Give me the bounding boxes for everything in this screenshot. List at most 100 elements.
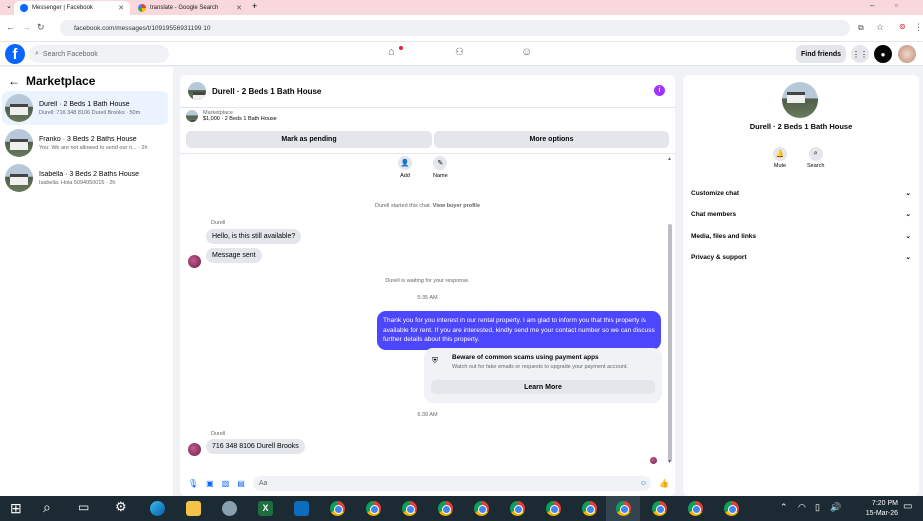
scam-warning-card: ⛨ Beware of common scams using payment a… <box>424 348 662 403</box>
search-icon: ⌕ <box>808 147 823 161</box>
message-list[interactable]: 👤 Add ✎ Name Durell started this chat. V… <box>180 153 675 467</box>
chrome-icon[interactable] <box>330 501 345 516</box>
app-icon[interactable] <box>222 501 237 516</box>
chrome-icon[interactable] <box>546 501 561 516</box>
tab-label: Messenger | Facebook <box>32 5 93 11</box>
restore-window-icon[interactable]: ▫ <box>895 1 898 10</box>
conversation-title: Isabella · 3 Beds 2 Baths House <box>39 170 140 178</box>
mark-as-pending-button[interactable]: Mark as pending <box>186 131 432 148</box>
chrome-icon[interactable] <box>474 501 489 516</box>
wifi-icon[interactable]: ◠ <box>798 502 806 513</box>
chat-title[interactable]: Durell · 2 Beds 1 Bath House <box>212 87 321 96</box>
name-chat-action[interactable]: ✎ Name <box>433 156 448 179</box>
new-tab-button[interactable]: + <box>252 1 257 11</box>
listing-summary[interactable]: Marketplace $1,000 · 2 Beds 1 Bath House <box>186 110 277 122</box>
system-clock[interactable]: 7:20 PM 15-Mar-26 <box>866 499 898 519</box>
microphone-icon[interactable]: 🎙 <box>188 479 198 488</box>
url-field[interactable]: facebook.com/messages/t/10919556931199 1… <box>60 20 850 36</box>
minimize-window-icon[interactable]: – <box>870 1 874 10</box>
conversation-item-franko[interactable]: Franko · 3 Beds 2 Baths House You: We ar… <box>2 126 168 160</box>
search-conversation-button[interactable]: ⌕ Search <box>807 147 824 169</box>
settings-gear-icon[interactable]: ⚙ <box>115 499 127 515</box>
photo-icon[interactable]: ▣ <box>206 479 214 488</box>
message-input[interactable]: Aa ☺ <box>252 475 652 491</box>
sticker-icon[interactable]: ▧ <box>222 479 230 488</box>
tab-list-chevron-icon[interactable]: ⌄ <box>6 2 12 10</box>
mute-button[interactable]: 🔔 Mute <box>773 147 787 169</box>
file-explorer-icon[interactable] <box>186 501 201 516</box>
chrome-icon[interactable] <box>616 501 631 516</box>
incoming-message[interactable]: Hello, is this still available? <box>206 229 302 244</box>
outgoing-message[interactable]: Thank you for you interest in our rental… <box>377 311 661 350</box>
chevron-down-icon: ⌄ <box>905 233 911 240</box>
chrome-icon[interactable] <box>724 501 739 516</box>
close-tab-icon[interactable]: ✕ <box>236 4 242 12</box>
find-friends-button[interactable]: Find friends <box>796 45 846 63</box>
sender-avatar[interactable] <box>188 255 201 268</box>
google-favicon-icon <box>138 4 146 12</box>
tab-messenger[interactable]: Messenger | Facebook ✕ <box>14 1 130 15</box>
home-icon[interactable]: ⌂ <box>388 46 395 58</box>
more-options-button[interactable]: More options <box>434 131 669 148</box>
info-icon[interactable]: i <box>654 85 665 96</box>
chat-listing-thumbnail[interactable] <box>188 82 206 100</box>
browser-menu-icon[interactable]: ⋮ <box>914 22 923 33</box>
menu-grid-icon[interactable]: ⋮⋮ <box>851 45 869 63</box>
media-files-links-row[interactable]: Media, files and links ⌄ <box>691 228 911 244</box>
chrome-icon[interactable] <box>688 501 703 516</box>
chrome-icon[interactable] <box>582 501 597 516</box>
facebook-logo[interactable]: f <box>5 44 25 64</box>
chat-details-panel: Durell · 2 Beds 1 Bath House 🔔 Mute ⌕ Se… <box>683 75 919 496</box>
back-icon[interactable]: ← <box>6 22 15 32</box>
edge-icon[interactable] <box>150 501 165 516</box>
browser-address-bar: ← → ↻ facebook.com/messages/t/1091955693… <box>0 15 923 42</box>
view-buyer-profile-link[interactable]: View buyer profile <box>433 203 480 209</box>
clock-date: 15-Mar-26 <box>865 510 898 517</box>
tray-chevron-up-icon[interactable]: ⌃ <box>780 502 788 513</box>
sender-avatar[interactable] <box>188 443 201 456</box>
taskbar-search-icon[interactable]: ⌕ <box>43 499 51 516</box>
battery-icon[interactable]: ▯ <box>815 502 820 513</box>
listing-mini-thumbnail <box>186 110 198 122</box>
outlook-icon[interactable] <box>294 501 309 516</box>
volume-icon[interactable]: 🔊 <box>830 502 841 513</box>
search-facebook-input[interactable]: ⌕ Search Facebook <box>29 45 169 63</box>
incoming-message[interactable]: Message sent <box>206 248 262 263</box>
chrome-icon[interactable] <box>402 501 417 516</box>
gif-icon[interactable]: ▤ <box>237 479 245 488</box>
details-listing-thumbnail[interactable] <box>782 82 818 118</box>
chrome-icon[interactable] <box>438 501 453 516</box>
close-tab-icon[interactable]: ✕ <box>118 4 124 12</box>
notifications-bell-icon[interactable]: ● <box>874 45 892 63</box>
account-avatar[interactable] <box>898 45 916 63</box>
privacy-support-row[interactable]: Privacy & support ⌄ <box>691 249 911 265</box>
tab-google-search[interactable]: translate - Google Search ✕ <box>132 1 248 15</box>
bookmark-star-icon[interactable]: ☆ <box>876 22 884 33</box>
cast-icon[interactable]: ⧉ <box>858 23 864 33</box>
conversation-item-isabella[interactable]: Isabella · 3 Beds 2 Baths House Isabella… <box>2 161 168 195</box>
excel-icon[interactable]: X <box>258 501 273 516</box>
learn-more-button[interactable]: Learn More <box>431 380 655 394</box>
conversation-item-durell[interactable]: Durell · 2 Beds 1 Bath House Durell: 716… <box>2 91 168 125</box>
incoming-message[interactable]: 716 348 8106 Durell Brooks <box>206 439 305 454</box>
chrome-icon[interactable] <box>652 501 667 516</box>
windows-start-icon[interactable]: ⊞ <box>10 500 22 517</box>
customize-chat-row[interactable]: Customize chat ⌄ <box>691 185 911 201</box>
scroll-up-icon[interactable]: ▲ <box>667 156 672 162</box>
scroll-down-icon[interactable]: ▼ <box>667 459 672 465</box>
back-arrow-icon[interactable]: ← <box>8 74 20 88</box>
add-member-action[interactable]: 👤 Add <box>398 156 412 179</box>
friends-icon[interactable]: ⚇ <box>455 47 464 58</box>
profile-icon[interactable]: ⊚ <box>899 22 906 31</box>
forward-icon[interactable]: → <box>22 22 31 32</box>
like-thumb-icon[interactable]: 👍 <box>659 479 669 488</box>
notification-center-icon[interactable]: ▭ <box>903 501 912 512</box>
chrome-icon[interactable] <box>510 501 525 516</box>
scrollbar-thumb[interactable] <box>668 224 672 462</box>
reload-icon[interactable]: ↻ <box>37 22 45 33</box>
groups-icon[interactable]: ☺ <box>521 46 532 58</box>
task-view-icon[interactable]: ▭ <box>78 500 89 514</box>
emoji-icon[interactable]: ☺ <box>640 480 647 487</box>
chrome-icon[interactable] <box>366 501 381 516</box>
chat-members-row[interactable]: Chat members ⌄ <box>691 206 911 222</box>
